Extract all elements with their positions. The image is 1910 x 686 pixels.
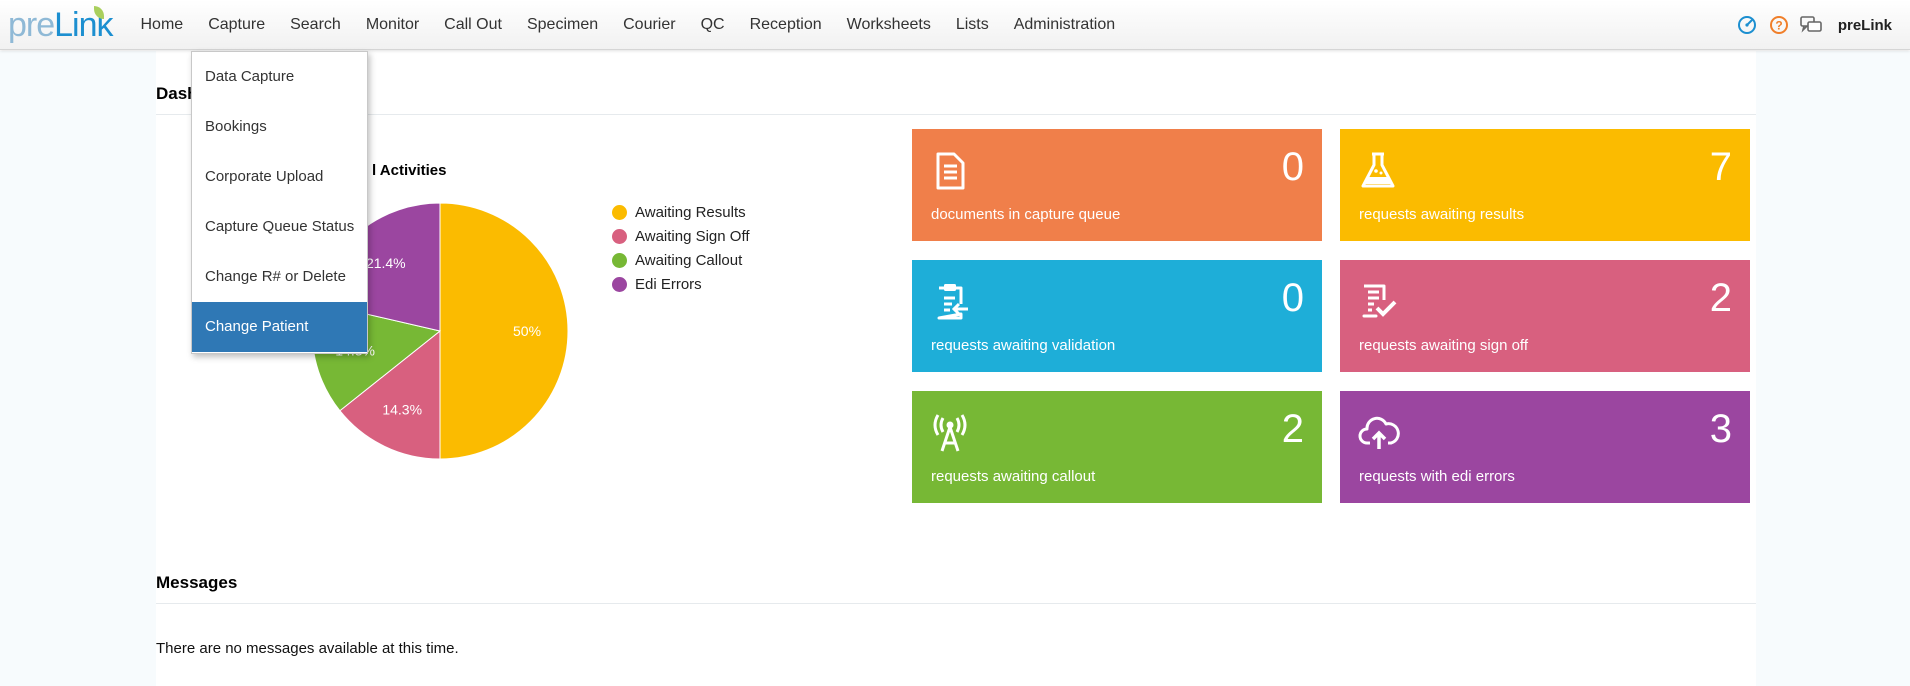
legend-dot-awaiting-sign-off xyxy=(612,228,627,244)
tile-count: 0 xyxy=(1281,145,1304,189)
main-nav: Home Capture Search Monitor Call Out Spe… xyxy=(128,0,1128,50)
logo-text-pre: pre xyxy=(8,6,55,44)
flask-icon xyxy=(1358,151,1398,191)
checklist-icon xyxy=(1358,282,1398,322)
top-navbar: preLink Home Capture Search Monitor Call… xyxy=(0,0,1910,50)
messages-empty-text: There are no messages available at this … xyxy=(156,640,459,657)
clipboard-icon xyxy=(930,282,970,322)
menu-item-bookings[interactable]: Bookings xyxy=(192,102,367,152)
nav-administration[interactable]: Administration xyxy=(1001,0,1127,50)
legend-item: Edi Errors xyxy=(612,272,750,296)
tile-count: 7 xyxy=(1709,145,1732,189)
nav-specimen[interactable]: Specimen xyxy=(514,0,610,50)
pie-slice-label: 50% xyxy=(513,323,541,339)
tile-label: requests awaiting results xyxy=(1359,206,1525,223)
menu-item-capture-queue-status[interactable]: Capture Queue Status xyxy=(192,202,367,252)
nav-call-out[interactable]: Call Out xyxy=(432,0,515,50)
document-icon xyxy=(930,151,970,191)
cloud-upload-icon xyxy=(1358,413,1400,453)
tile-label: requests awaiting sign off xyxy=(1359,337,1528,354)
help-icon[interactable]: ? xyxy=(1768,14,1790,36)
chart-legend: Awaiting Results Awaiting Sign Off Await… xyxy=(612,200,750,296)
svg-text:?: ? xyxy=(1775,19,1782,33)
capture-dropdown-menu: Data Capture Bookings Corporate Upload C… xyxy=(191,51,368,354)
chat-icon[interactable] xyxy=(1800,14,1822,36)
nav-reception[interactable]: Reception xyxy=(737,0,834,50)
tile-edi-errors[interactable]: 3 requests with edi errors xyxy=(1340,391,1750,503)
tile-count: 0 xyxy=(1281,276,1304,320)
pie-slice-label: 14.3% xyxy=(382,401,422,417)
tile-awaiting-validation[interactable]: 0 requests awaiting validation xyxy=(912,260,1322,372)
menu-item-change-patient[interactable]: Change Patient xyxy=(192,302,367,352)
tile-awaiting-sign-off[interactable]: 2 requests awaiting sign off xyxy=(1340,260,1750,372)
legend-dot-awaiting-results xyxy=(612,204,627,220)
menu-item-data-capture[interactable]: Data Capture xyxy=(192,52,367,102)
menu-item-change-r-or-delete[interactable]: Change R# or Delete xyxy=(192,252,367,302)
nav-capture[interactable]: Capture xyxy=(196,0,278,50)
tile-awaiting-results[interactable]: 7 requests awaiting results xyxy=(1340,129,1750,241)
nav-home[interactable]: Home xyxy=(128,0,196,50)
legend-label: Awaiting Callout xyxy=(635,251,743,269)
nav-search[interactable]: Search xyxy=(278,0,354,50)
dashboard-divider xyxy=(156,114,1756,115)
tile-awaiting-callout[interactable]: 2 requests awaiting callout xyxy=(912,391,1322,503)
username[interactable]: preLink xyxy=(1838,17,1892,34)
legend-label: Awaiting Sign Off xyxy=(635,227,750,245)
nav-courier[interactable]: Courier xyxy=(611,0,688,50)
menu-item-corporate-upload[interactable]: Corporate Upload xyxy=(192,152,367,202)
nav-monitor[interactable]: Monitor xyxy=(353,0,431,50)
tile-capture-queue[interactable]: 0 documents in capture queue xyxy=(912,129,1322,241)
pie-slice-awaiting-results[interactable] xyxy=(439,202,569,460)
chart-title: l Activities xyxy=(372,162,447,179)
dashboard-gauge-icon[interactable] xyxy=(1736,14,1758,36)
logo-text-link: Link xyxy=(54,6,113,44)
tile-count: 2 xyxy=(1281,407,1304,451)
messages-title: Messages xyxy=(156,573,238,592)
nav-right-tools: ? preLink xyxy=(1736,0,1892,50)
legend-dot-edi-errors xyxy=(612,276,627,292)
nav-qc[interactable]: QC xyxy=(688,0,737,50)
tile-label: requests awaiting validation xyxy=(931,337,1116,354)
legend-item: Awaiting Results xyxy=(612,200,750,224)
prelink-logo[interactable]: preLink xyxy=(8,4,114,46)
legend-dot-awaiting-callout xyxy=(612,252,627,268)
legend-label: Awaiting Results xyxy=(635,203,746,221)
legend-item: Awaiting Sign Off xyxy=(612,224,750,248)
messages-divider xyxy=(156,603,1756,604)
nav-worksheets[interactable]: Worksheets xyxy=(834,0,943,50)
pie-slice-label: 21.4% xyxy=(366,255,406,271)
nav-lists[interactable]: Lists xyxy=(943,0,1001,50)
legend-label: Edi Errors xyxy=(635,275,702,293)
legend-item: Awaiting Callout xyxy=(612,248,750,272)
antenna-icon xyxy=(930,413,970,453)
tile-count: 3 xyxy=(1709,407,1732,451)
tile-label: requests awaiting callout xyxy=(931,468,1096,485)
tile-label: documents in capture queue xyxy=(931,206,1121,223)
tile-label: requests with edi errors xyxy=(1359,468,1515,485)
tile-count: 2 xyxy=(1709,276,1732,320)
